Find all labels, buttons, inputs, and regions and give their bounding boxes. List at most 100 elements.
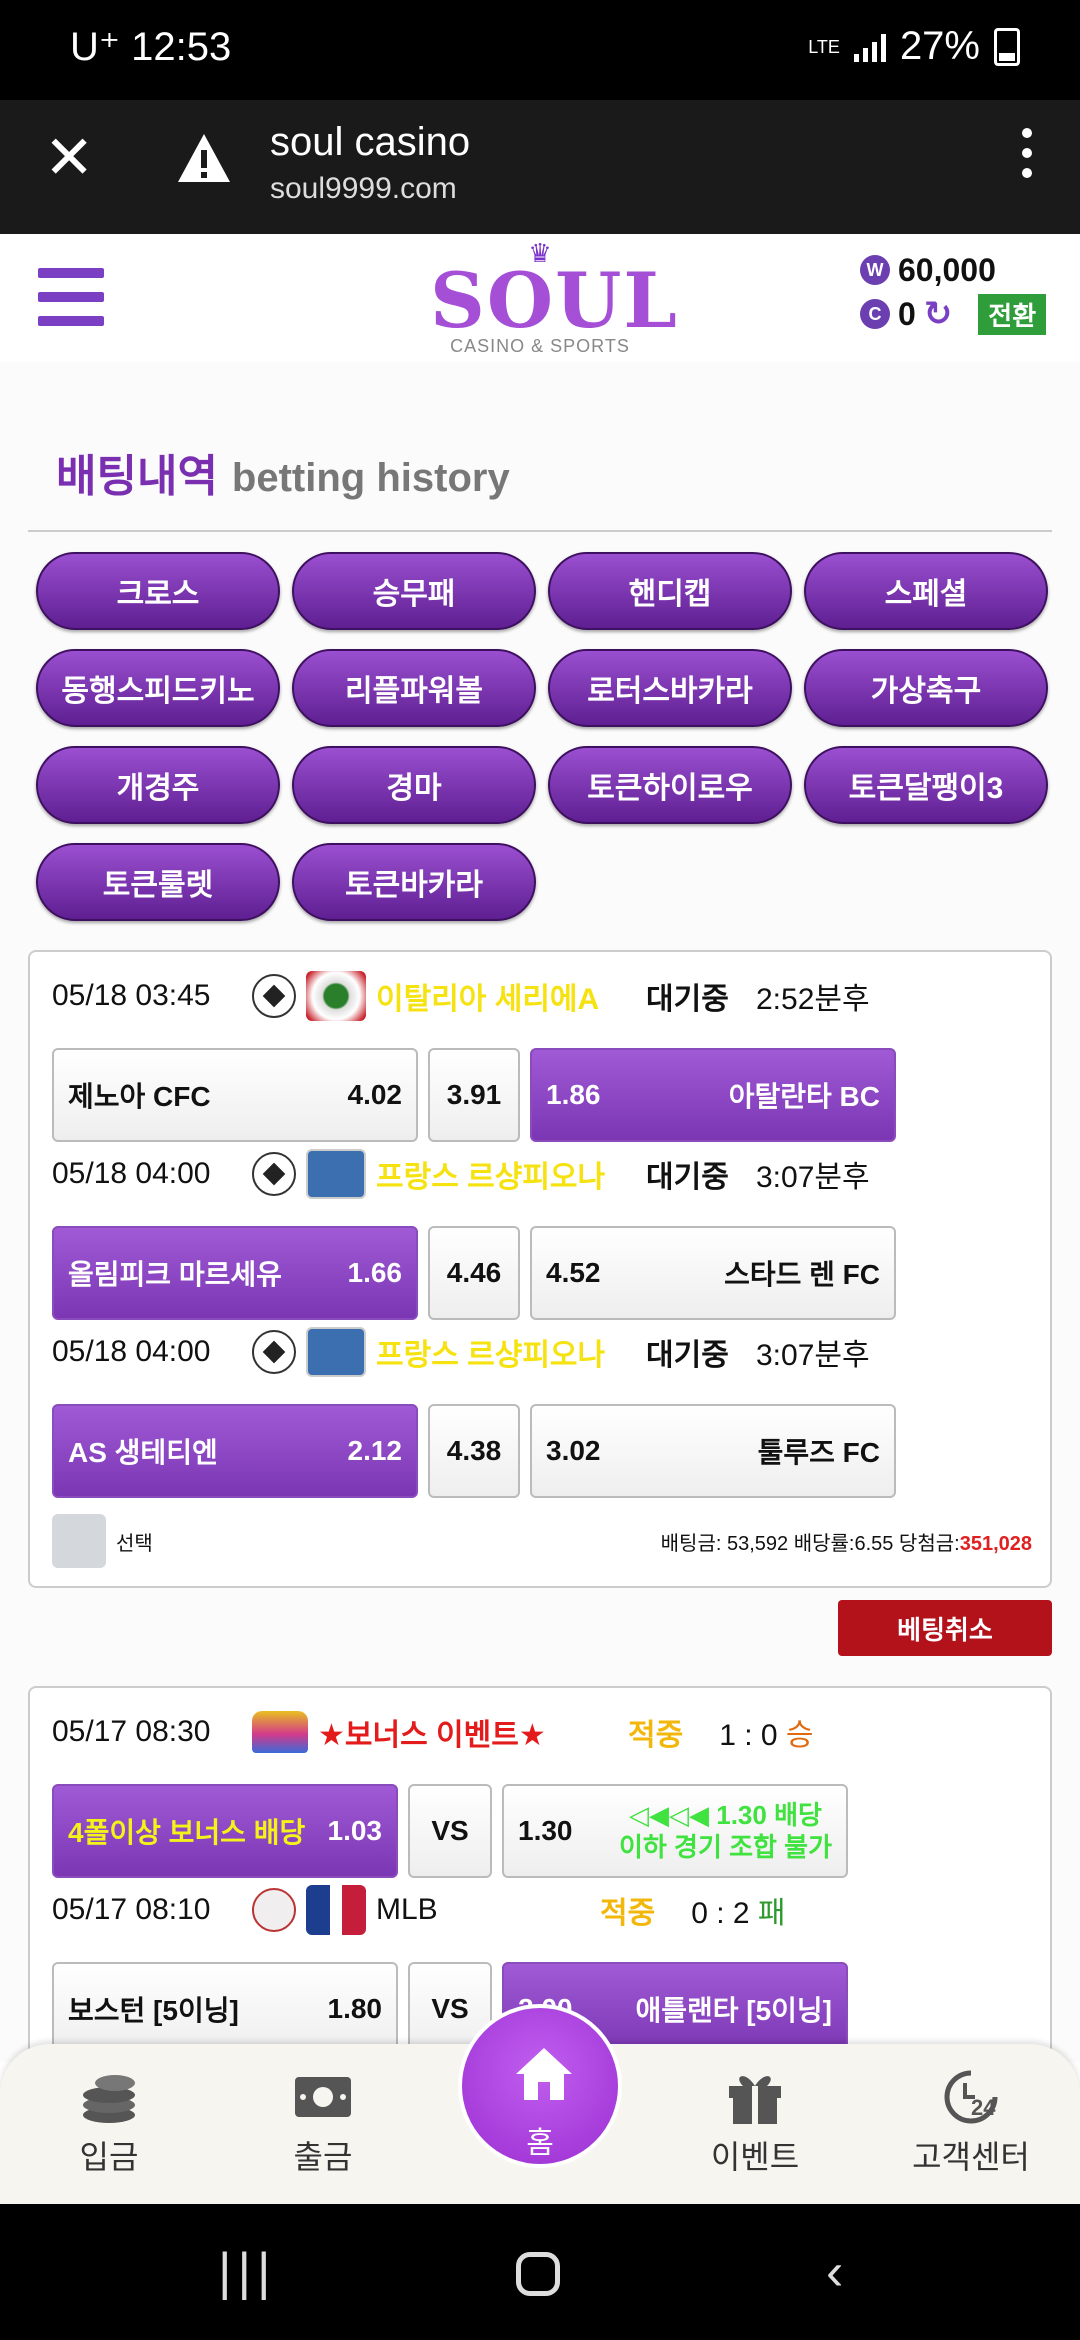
select-checkbox[interactable] [52, 1514, 106, 1568]
battery-icon [994, 27, 1020, 66]
nav-withdraw[interactable]: 출금 [248, 2062, 398, 2178]
away-odd-box[interactable]: 3.02 툴루즈 FC [530, 1404, 896, 1498]
bet-card: 05/18 03:45 이탈리아 세리에A 대기중 2:52분후 제노아 CFC… [28, 950, 1052, 1588]
section-title: 배팅내역 betting history [56, 452, 510, 501]
away-odd-box[interactable]: 1.30 ◁◀◁◀ 1.30 배당 이하 경기 조합 불가 [502, 1784, 848, 1878]
league-logo-icon [306, 1327, 366, 1377]
logo-text: SOUL [430, 256, 679, 345]
nav-support[interactable]: 24 고객센터 [896, 2062, 1046, 2178]
match-header: 05/18 03:45 이탈리아 세리에A 대기중 2:52분후 [52, 966, 870, 1026]
league-name: 프랑스 르샹피오나 [376, 1161, 606, 1194]
vs-box: VS [408, 1784, 492, 1878]
draw-odd-box[interactable]: 3.91 [428, 1048, 520, 1142]
status-bar: U⁺ 12:53 LTE 27% [0, 0, 1080, 100]
cancel-bet-button[interactable]: 베팅취소 [838, 1600, 1052, 1656]
category-button[interactable]: 토큰하이로우 [548, 746, 792, 824]
home-icon [516, 2048, 572, 2100]
draw-odd-box[interactable]: 4.38 [428, 1404, 520, 1498]
nav-home[interactable]: 홈 [458, 2004, 622, 2192]
won-icon: W [860, 255, 890, 285]
browser-bar: ✕ soul casino soul9999.com [0, 100, 1080, 234]
divider [28, 530, 1052, 532]
category-button[interactable]: 리플파워볼 [292, 649, 536, 727]
home-odd-box[interactable]: AS 생테티엔 2.12 [52, 1404, 418, 1498]
league-logo-icon [306, 971, 366, 1021]
league-name: 프랑스 르샹피오나 [376, 1339, 606, 1372]
url-text[interactable]: soul9999.com [270, 172, 457, 206]
category-button[interactable]: 경마 [292, 746, 536, 824]
warning-icon[interactable] [176, 130, 232, 186]
match-header: 05/17 08:30 ★보너스 이벤트★ 적중 1 : 0 승 [52, 1702, 814, 1762]
soccer-ball-icon [252, 1152, 296, 1196]
home-system-icon[interactable] [516, 2252, 560, 2296]
signal-icon [853, 32, 886, 62]
balance-c: 0 [898, 295, 916, 332]
recent-apps-icon[interactable]: ||| [218, 2242, 277, 2302]
category-button[interactable]: 크로스 [36, 552, 280, 630]
select-label: 선택 [116, 1532, 153, 1555]
league-name: ★보너스 이벤트★ [318, 1719, 546, 1752]
category-button[interactable]: 개경주 [36, 746, 280, 824]
home-odd-box[interactable]: 보스턴 [5이닝] 1.80 [52, 1962, 398, 2056]
more-options-icon[interactable] [1022, 128, 1032, 178]
match-result: 0 : 2 패 [691, 1897, 786, 1930]
home-odd-box[interactable]: 올림피크 마르세유 1.66 [52, 1226, 418, 1320]
category-button[interactable]: 로터스바카라 [548, 649, 792, 727]
bet-status: 대기중 [646, 1339, 729, 1372]
category-button[interactable]: 토큰룰렛 [36, 843, 280, 921]
bet-status: 대기중 [646, 1161, 729, 1194]
soccer-ball-icon [252, 1330, 296, 1374]
bet-totals: 배팅금: 53,592 배당률:6.55 당첨금:351,028 [660, 1532, 1032, 1555]
nav-event[interactable]: 이벤트 [680, 2062, 830, 2178]
away-odd-box[interactable]: 4.52 스타드 렌 FC [530, 1226, 896, 1320]
menu-icon[interactable] [38, 268, 104, 326]
league-logo-icon [306, 1885, 366, 1935]
support-24-icon: 24 [896, 2062, 1046, 2132]
coins-icon [34, 2062, 184, 2132]
logo-subtitle: CASINO & SPORTS [450, 336, 630, 356]
coin-icon: C [860, 299, 890, 329]
home-odd-box[interactable]: 제노아 CFC 4.02 [52, 1048, 418, 1142]
draw-odd-box[interactable]: 4.46 [428, 1226, 520, 1320]
category-button[interactable]: 스페셜 [804, 552, 1048, 630]
balance-w: 60,000 [898, 251, 996, 288]
category-button[interactable]: 승무패 [292, 552, 536, 630]
site-header: ♛ SOUL CASINO & SPORTS W 60,000 C 0 ↻ 전환 [0, 234, 1080, 364]
convert-button[interactable]: 전환 [978, 293, 1047, 335]
time-remaining: 3:07분후 [756, 1161, 870, 1194]
refresh-icon[interactable]: ↻ [924, 294, 953, 334]
category-button[interactable]: 토큰달팽이3 [804, 746, 1048, 824]
bet-summary: 선택 배팅금: 53,592 배당률:6.55 당첨금:351,028 [52, 1514, 1032, 1568]
bet-status: 적중 [600, 1897, 656, 1930]
league-name: 이탈리아 세리에A [376, 983, 600, 1016]
time-remaining: 3:07분후 [756, 1339, 870, 1372]
site-logo[interactable]: ♛ SOUL CASINO & SPORTS [430, 240, 679, 358]
bet-status: 적중 [628, 1719, 684, 1752]
away-odd-box[interactable]: 1.86 아탈란타 BC [530, 1048, 896, 1142]
wallet: W 60,000 C 0 ↻ 전환 [860, 248, 1070, 336]
category-button[interactable]: 동행스피드키노 [36, 649, 280, 727]
category-button[interactable]: 토큰바카라 [292, 843, 536, 921]
battery-level: 27% [899, 24, 980, 68]
league-logo-icon [306, 1149, 366, 1199]
cash-icon [248, 2062, 398, 2132]
crown-icon [252, 1711, 308, 1753]
close-icon[interactable]: ✕ [44, 128, 94, 188]
league-name: MLB [376, 1893, 438, 1926]
time-remaining: 2:52분후 [756, 983, 870, 1016]
network-indicator: LTE [808, 36, 840, 57]
soccer-ball-icon [252, 974, 296, 1018]
category-button[interactable]: 가상축구 [804, 649, 1048, 727]
match-header: 05/17 08:10 MLB 적중 0 : 2 패 [52, 1880, 786, 1940]
home-odd-box[interactable]: 4폴이상 보너스 배당 1.03 [52, 1784, 398, 1878]
status-time: U⁺ 12:53 [70, 25, 232, 69]
match-header: 05/18 04:00 프랑스 르샹피오나 대기중 3:07분후 [52, 1322, 870, 1382]
gift-icon [680, 2062, 830, 2132]
system-nav-bar: ||| ‹ [0, 2204, 1080, 2340]
match-header: 05/18 04:00 프랑스 르샹피오나 대기중 3:07분후 [52, 1144, 870, 1204]
page-title: soul casino [270, 120, 471, 164]
category-button[interactable]: 핸디캡 [548, 552, 792, 630]
match-result: 1 : 0 승 [719, 1719, 814, 1752]
nav-deposit[interactable]: 입금 [34, 2062, 184, 2178]
back-icon[interactable]: ‹ [826, 2242, 843, 2302]
